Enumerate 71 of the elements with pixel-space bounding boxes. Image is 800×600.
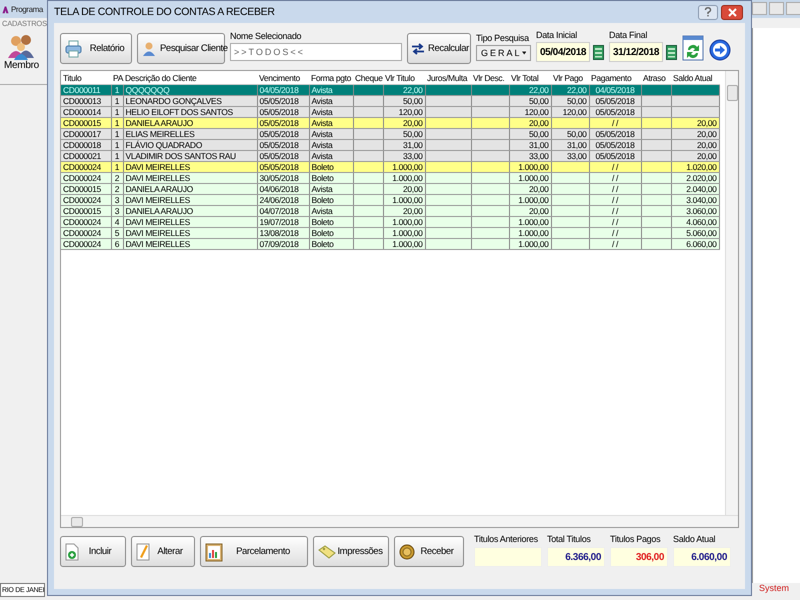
table-row[interactable]: CD000018 1 FLÁVIO QUADRADO 05/05/2018 Avista 31,00 31,00 31,00 05/05/2018 20,00 bbox=[61, 140, 719, 150]
table-cell: ELIAS MEIRELLES bbox=[123, 128, 257, 140]
table-cell: CD000024 bbox=[61, 162, 111, 172]
action-button[interactable]: Impressões bbox=[313, 536, 389, 567]
table-cell: CD000024 bbox=[61, 238, 111, 250]
table-row[interactable]: CD000017 1 ELIAS MEIRELLES 05/05/2018 Avista 50,00 50,00 50,00 05/05/2018 20,00 bbox=[61, 128, 719, 140]
table-cell: DANIELA ARAUJO bbox=[123, 118, 257, 128]
table-cell: CD000024 bbox=[61, 172, 111, 184]
field-label: Tipo Pesquisa bbox=[476, 33, 530, 43]
total-field: 306,00 bbox=[610, 547, 668, 567]
action-button[interactable]: Receber bbox=[394, 536, 464, 567]
field-label: Data Final bbox=[609, 30, 648, 40]
table-cell: CD000024 bbox=[61, 194, 111, 206]
table-cell: DAVI MEIRELLES bbox=[123, 172, 257, 184]
table-row[interactable]: CD000021 1 VLADIMIR DOS SANTOS RAU 05/05/2018 Avista 33,00 33,00 33,00 05/05/2018 20,00 bbox=[61, 150, 719, 162]
toolbar-button[interactable]: Membro bbox=[0, 32, 43, 73]
table-cell: DAVI MEIRELLES bbox=[123, 228, 257, 238]
search-client-button[interactable]: Pesquisar Cliente bbox=[137, 33, 225, 64]
table-cell: CD000024 bbox=[61, 216, 111, 228]
table-cell: CD000018 bbox=[61, 140, 111, 150]
table-cell: HELIO EILOFT DOS SANTOS bbox=[123, 106, 257, 118]
total-label: Titulos Anteriores bbox=[474, 534, 539, 544]
selected-name-field[interactable]: >>TODOS<< bbox=[230, 43, 402, 61]
table-cell: CD000015 bbox=[61, 118, 111, 128]
table-row[interactable]: CD000024 6 DAVI MEIRELLES 07/09/2018 Boleto 1.000,00 1.000,00 / / 6.060,00 bbox=[61, 238, 719, 250]
action-button[interactable]: Parcelamento bbox=[200, 536, 308, 567]
action-button[interactable]: Incluir bbox=[60, 536, 126, 567]
table-cell: DAVI MEIRELLES bbox=[123, 162, 257, 172]
action-button[interactable]: Alterar bbox=[131, 536, 195, 567]
total-field: 6.366,00 bbox=[547, 547, 605, 567]
table-row[interactable]: CD000014 1 HELIO EILOFT DOS SANTOS 05/05/2018 Avista 120,00 120,00 120,00 05/05/2018 bbox=[61, 106, 719, 118]
search-type-dropdown[interactable]: GERAL bbox=[476, 45, 531, 61]
total-label: Titulos Pagos bbox=[610, 534, 662, 544]
table-cell: DANIELA ARAUJO bbox=[123, 184, 257, 194]
table-row[interactable]: CD000011 1 QQQQQQQ 04/05/2018 Avista 22,00 22,00 22,00 04/05/2018 bbox=[61, 84, 719, 96]
table-cell: DAVI MEIRELLES bbox=[123, 216, 257, 228]
table-cell: CD000017 bbox=[61, 128, 111, 140]
field-label: Data Inicial bbox=[536, 30, 578, 40]
table-row[interactable]: CD000024 4 DAVI MEIRELLES 19/07/2018 Boleto 1.000,00 1.000,00 / / 4.060,00 bbox=[61, 216, 719, 228]
recalculate-button[interactable]: Recalcular bbox=[407, 33, 471, 64]
table-row[interactable]: CD000024 2 DAVI MEIRELLES 30/05/2018 Boleto 1.000,00 1.000,00 / / 2.020,00 bbox=[61, 172, 719, 184]
report-button[interactable]: Relatório bbox=[60, 33, 132, 64]
table-row[interactable]: CD000015 1 DANIELA ARAUJO 05/05/2018 Avista 20,00 20,00 / / 20,00 bbox=[61, 118, 719, 128]
table-cell: CD000024 bbox=[61, 228, 111, 238]
table-cell: LEONARDO GONÇALVES bbox=[123, 96, 257, 106]
table-cell: CD000015 bbox=[61, 206, 111, 216]
table-cell: CD000011 bbox=[61, 84, 111, 96]
app-title: Programa bbox=[11, 4, 43, 14]
start-date-field[interactable]: 05/04/2018 bbox=[536, 42, 590, 62]
table-row[interactable]: CD000024 1 DAVI MEIRELLES 05/05/2018 Boleto 1.000,00 1.000,00 / / 1.020,00 bbox=[61, 162, 719, 172]
table-cell: DAVI MEIRELLES bbox=[123, 194, 257, 206]
total-label: Total Titulos bbox=[547, 534, 592, 544]
table-row[interactable]: CD000024 5 DAVI MEIRELLES 13/08/2018 Boleto 1.000,00 1.000,00 / / 5.060,00 bbox=[61, 228, 719, 238]
table-cell: CD000021 bbox=[61, 150, 111, 162]
table-cell: QQQQQQQ bbox=[123, 84, 257, 96]
table-cell: CD000014 bbox=[61, 106, 111, 118]
table-cell: DANIELA ARAUJO bbox=[123, 206, 257, 216]
table-row[interactable]: CD000015 3 DANIELA ARAUJO 04/07/2018 Avista 20,00 20,00 / / 3.060,00 bbox=[61, 206, 719, 216]
field-label: Nome Selecionado bbox=[230, 31, 302, 41]
table-row[interactable]: CD000013 1 LEONARDO GONÇALVES 05/05/2018 Avista 50,00 50,00 50,00 05/05/2018 bbox=[61, 96, 719, 106]
table-row[interactable]: CD000024 3 DAVI MEIRELLES 24/06/2018 Boleto 1.000,00 1.000,00 / / 3.040,00 bbox=[61, 194, 719, 206]
table-row[interactable]: CD000015 2 DANIELA ARAUJO 04/06/2018 Avista 20,00 20,00 / / 2.040,00 bbox=[61, 184, 719, 194]
table-cell: CD000015 bbox=[61, 184, 111, 194]
table-cell: VLADIMIR DOS SANTOS RAU bbox=[123, 150, 257, 162]
table-cell: FLÁVIO QUADRADO bbox=[123, 140, 257, 150]
total-field: 6.060,00 bbox=[673, 547, 731, 567]
total-label: Saldo Atual bbox=[673, 534, 716, 544]
end-date-field[interactable]: 31/12/2018 bbox=[609, 42, 663, 62]
table-cell: DAVI MEIRELLES bbox=[123, 238, 257, 250]
table-cell: CD000013 bbox=[61, 96, 111, 106]
window-title: TELA DE CONTROLE DO CONTAS A RECEBER bbox=[54, 6, 276, 18]
